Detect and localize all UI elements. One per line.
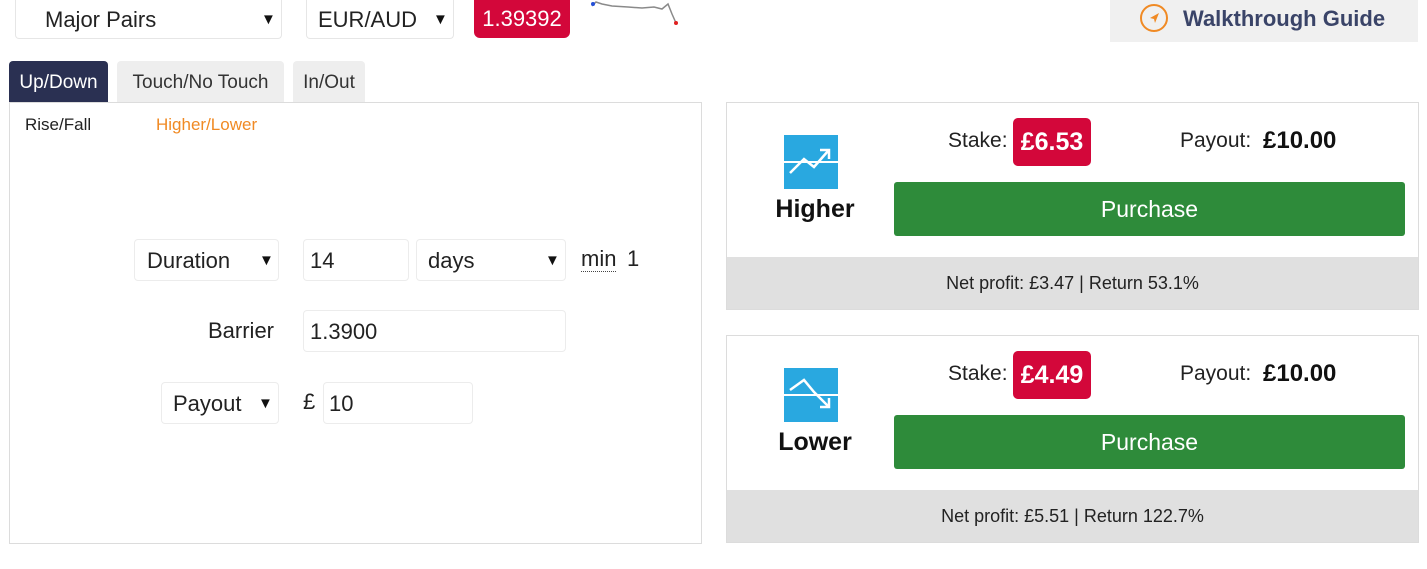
min-duration-value: 1 — [627, 246, 640, 271]
chevron-down-icon: ▼ — [433, 11, 448, 28]
purchase-higher-button[interactable]: Purchase — [894, 182, 1405, 236]
tab-touch-no-touch[interactable]: Touch/No Touch — [117, 61, 284, 102]
market-select-value: Major Pairs — [45, 7, 157, 32]
symbol-select-value: EUR/AUD — [318, 7, 418, 32]
purchase-lower-button[interactable]: Purchase — [894, 415, 1405, 469]
payout-type-value: Payout — [173, 391, 242, 416]
chevron-down-icon: ▼ — [258, 395, 273, 412]
currency-symbol: £ — [303, 389, 316, 414]
payout-value: £10.00 — [1263, 360, 1337, 387]
contract-card-lower: Lower Stake: £4.49 Payout: £10.00 Purcha… — [726, 335, 1419, 543]
chevron-down-icon: ▼ — [261, 11, 276, 28]
duration-input[interactable]: 14 — [303, 239, 409, 281]
contract-name: Lower — [778, 428, 852, 456]
lower-icon — [784, 368, 838, 422]
barrier-label: Barrier — [208, 318, 275, 343]
payout-label: Payout: — [1180, 362, 1252, 385]
contract-name: Higher — [775, 195, 855, 223]
sparkline-line — [591, 1, 677, 24]
payout-amount-input[interactable]: 10 — [323, 382, 473, 424]
walkthrough-guide-button[interactable]: Walkthrough Guide — [1110, 0, 1418, 42]
contract-summary: Net profit: £3.47 | Return 53.1% — [727, 257, 1418, 309]
spot-sparkline — [591, 1, 678, 25]
spot-price-badge: 1.39392 — [474, 0, 570, 38]
stake-value: £6.53 — [1013, 118, 1091, 166]
stake-label: Stake: — [948, 362, 1008, 385]
tab-in-out[interactable]: In/Out — [293, 61, 365, 102]
payout-amount-value: 10 — [329, 391, 354, 416]
walkthrough-guide-label: Walkthrough Guide — [1183, 6, 1386, 31]
payout-type-select[interactable]: Payout ▼ — [161, 382, 279, 424]
duration-type-select[interactable]: Duration ▼ — [134, 239, 279, 281]
duration-unit-value: days — [428, 248, 475, 273]
contract-card-higher: Higher Stake: £6.53 Payout: £10.00 Purch… — [726, 102, 1419, 310]
subtab-rise-fall[interactable]: Rise/Fall — [25, 115, 91, 135]
payout-value: £10.00 — [1263, 127, 1337, 154]
barrier-input[interactable]: 1.3900 — [303, 310, 566, 352]
stake-value: £4.49 — [1013, 351, 1091, 399]
tab-up-down[interactable]: Up/Down — [9, 61, 108, 102]
trade-form-panel: Rise/Fall Higher/Lower Duration ▼ 14 day… — [9, 102, 702, 544]
duration-type-value: Duration — [147, 248, 231, 273]
sparkline-end-dot — [674, 21, 678, 25]
min-duration-label: min — [581, 246, 617, 272]
contract-summary: Net profit: £5.51 | Return 122.7% — [727, 490, 1418, 542]
stake-label: Stake: — [948, 129, 1008, 152]
subtab-higher-lower[interactable]: Higher/Lower — [156, 115, 257, 135]
chevron-down-icon: ▼ — [259, 252, 274, 269]
symbol-select[interactable]: EUR/AUD ▼ — [306, 0, 454, 39]
duration-value: 14 — [310, 248, 335, 273]
sparkline-start-dot — [591, 2, 595, 6]
higher-icon — [784, 135, 838, 189]
duration-unit-select[interactable]: days ▼ — [416, 239, 566, 281]
chevron-down-icon: ▼ — [545, 252, 560, 269]
payout-label: Payout: — [1180, 129, 1252, 152]
market-select[interactable]: Major Pairs ▼ — [15, 0, 282, 39]
navigation-arrow-icon — [1140, 4, 1168, 32]
barrier-value: 1.3900 — [310, 319, 378, 344]
